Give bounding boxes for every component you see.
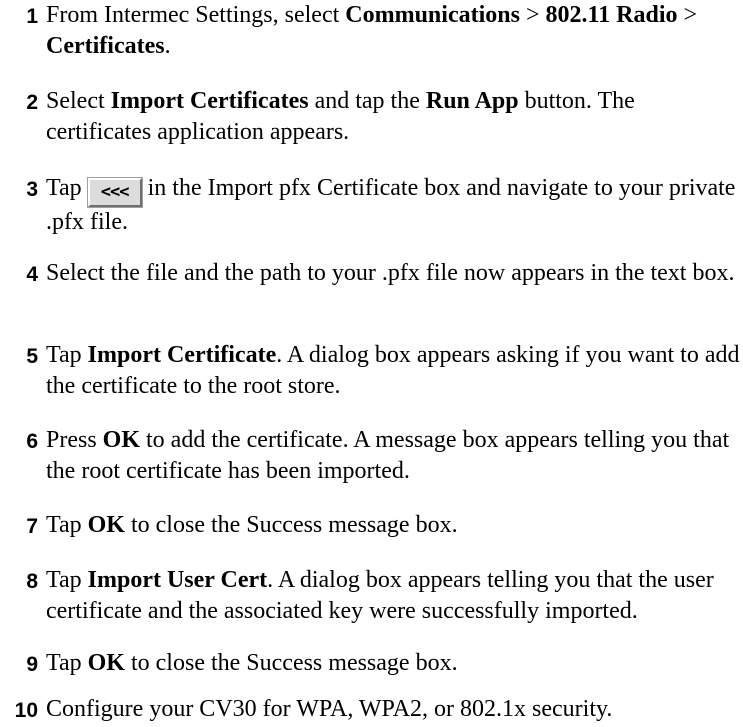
step-text: Select the file and the path to your .pf… (46, 258, 741, 289)
step-text: Tap <<< in the Import pfx Certificate bo… (46, 173, 741, 238)
step-number: 8 (26, 570, 38, 593)
bold-ui-term: Communications (345, 2, 520, 28)
step-text-run: Tap (46, 650, 88, 676)
step-text-run: Tap (46, 567, 88, 593)
step-text-run: to close the Success message box. (124, 512, 458, 538)
bold-ui-term: OK (87, 650, 125, 676)
bold-ui-term: Import Certificates (110, 88, 309, 114)
step-text-run: From Intermec Settings, select (46, 2, 346, 28)
step-text: Tap Import User Cert. A dialog box appea… (46, 565, 741, 627)
step-text: Press OK to add the certificate. A messa… (46, 425, 741, 487)
step-text-run: > (677, 2, 698, 28)
bold-ui-term: Run App (425, 88, 519, 114)
step-number: 10 (14, 699, 38, 722)
step-text-run: Tap (46, 512, 88, 538)
bold-ui-term: Certificates (46, 33, 165, 59)
bold-ui-term: OK (87, 512, 125, 538)
step-text-run: Tap (46, 175, 88, 201)
step-text-run: in the Import pfx Certificate box and na… (46, 175, 736, 235)
step-number: 3 (26, 178, 38, 201)
step-text-run: Press (46, 427, 103, 453)
step-number: 5 (26, 345, 38, 368)
step-number: 1 (26, 5, 38, 28)
step-text-run: Select (46, 88, 111, 114)
step-text-run: Select the file and the path to your .pf… (46, 260, 735, 286)
step-number: 9 (26, 653, 38, 676)
step-text: Configure your CV30 for WPA, WPA2, or 80… (46, 694, 741, 725)
step-text: Tap OK to close the Success message box. (46, 648, 741, 679)
step-text-run: and tap the (308, 88, 426, 114)
bold-ui-term: Import User Cert (87, 567, 268, 593)
browse-button-icon: <<< (86, 177, 143, 208)
step-text: Select Import Certificates and tap the R… (46, 86, 741, 148)
step-number: 6 (26, 430, 38, 453)
step-text-run: Configure your CV30 for WPA, WPA2, or 80… (46, 696, 613, 722)
step-text: From Intermec Settings, select Communica… (46, 0, 741, 62)
step-text-run: to add the certificate. A message box ap… (46, 427, 730, 484)
step-number: 7 (26, 515, 38, 538)
step-text-run: . (164, 33, 171, 59)
bold-ui-term: Import Certificate (87, 342, 277, 368)
step-text-run: > (519, 2, 546, 28)
step-text-run: Tap (46, 342, 88, 368)
bold-ui-term: OK (102, 427, 141, 453)
step-number: 2 (26, 91, 38, 114)
bold-ui-term: 802.11 Radio (545, 2, 678, 28)
step-text-run: to close the Success message box. (124, 650, 458, 676)
step-text: Tap OK to close the Success message box. (46, 510, 741, 541)
step-text: Tap Import Certificate. A dialog box app… (46, 340, 741, 402)
step-number: 4 (26, 263, 38, 286)
